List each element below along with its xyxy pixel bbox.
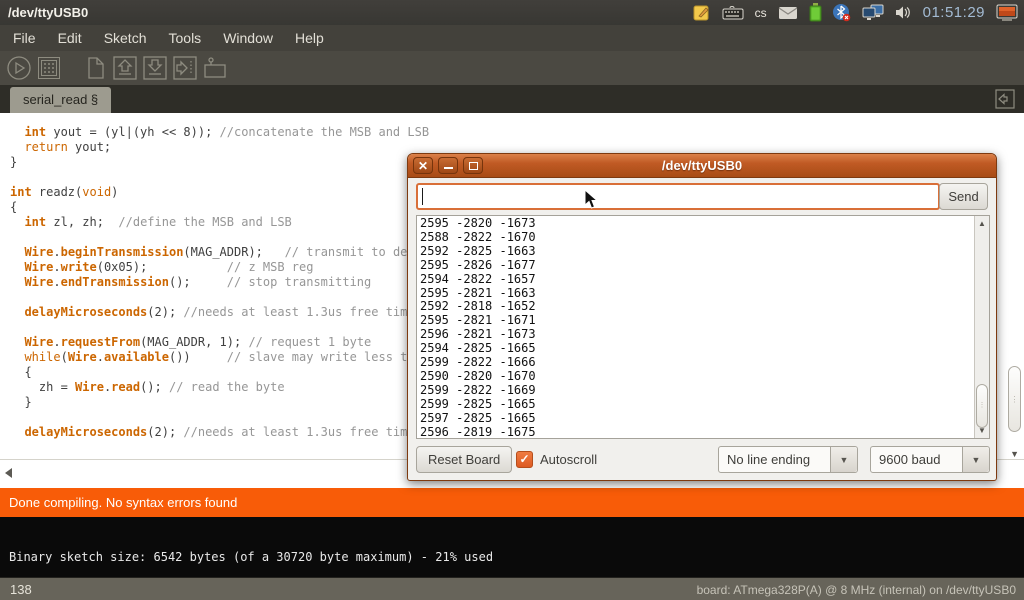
minimize-icon <box>444 167 453 169</box>
clock[interactable]: 01:51:29 <box>923 4 985 21</box>
baud-rate-value: 9600 baud <box>879 452 940 467</box>
volume-icon[interactable] <box>895 5 912 20</box>
keyboard-icon[interactable] <box>722 5 744 21</box>
note-icon[interactable] <box>693 4 711 22</box>
dropdown-arrow-icon[interactable]: ▼ <box>830 447 857 472</box>
menu-window[interactable]: Window <box>212 25 284 51</box>
tab-serial-read[interactable]: serial_read § <box>10 87 111 113</box>
maximize-icon <box>469 162 478 170</box>
tab-menu-icon[interactable] <box>995 89 1015 114</box>
autoscroll-label: Autoscroll <box>540 452 597 467</box>
serial-monitor-title: /dev/ttyUSB0 <box>408 154 996 178</box>
menubar: File Edit Sketch Tools Window Help <box>0 25 1024 51</box>
dropdown-arrow-icon[interactable]: ▼ <box>962 447 989 472</box>
editor-vertical-scrollbar-thumb[interactable]: ⋮ <box>1008 366 1021 432</box>
mail-icon[interactable] <box>778 6 798 20</box>
toolbar <box>0 51 1024 85</box>
serial-monitor-titlebar[interactable]: /dev/ttyUSB0 ✕ <box>408 154 996 178</box>
console-text: Binary sketch size: 6542 bytes (of a 307… <box>9 550 493 564</box>
editor-scroll-down-arrow-icon[interactable]: ▼ <box>1010 449 1019 459</box>
new-sketch-button[interactable] <box>82 55 108 81</box>
serial-monitor-window: /dev/ttyUSB0 ✕ Send 2595 -2820 -1673 258… <box>407 153 997 481</box>
window-minimize-button[interactable] <box>438 157 458 174</box>
compile-status-text: Done compiling. No syntax errors found <box>9 495 237 510</box>
desktop-panel: /dev/ttyUSB0 cs 01:51:29 <box>0 0 1024 25</box>
baud-rate-dropdown[interactable]: 9600 baud ▼ <box>870 446 990 473</box>
current-line-number: 138 <box>10 582 32 597</box>
scroll-left-arrow-icon[interactable] <box>5 468 12 478</box>
serial-output-area[interactable]: 2595 -2820 -1673 2588 -2822 -1670 2592 -… <box>416 215 990 439</box>
menu-file[interactable]: File <box>2 25 47 51</box>
line-ending-value: No line ending <box>727 452 810 467</box>
console-output: Binary sketch size: 6542 bytes (of a 307… <box>0 517 1024 577</box>
serial-scrollbar-thumb[interactable]: ⋮ <box>976 384 988 428</box>
check-icon: ✓ <box>519 452 529 466</box>
menu-tools[interactable]: Tools <box>158 25 213 51</box>
serial-output-text: 2595 -2820 -1673 2588 -2822 -1670 2592 -… <box>420 217 536 439</box>
window-close-button[interactable]: ✕ <box>413 157 433 174</box>
tab-strip: serial_read § <box>0 85 1024 113</box>
serial-output-scrollbar[interactable]: ▲ ⋮ ▼ <box>974 216 989 438</box>
menu-edit[interactable]: Edit <box>47 25 93 51</box>
stop-button[interactable] <box>36 55 62 81</box>
reset-board-button[interactable]: Reset Board <box>416 446 512 473</box>
display-icon[interactable] <box>996 4 1018 22</box>
bluetooth-icon[interactable] <box>833 3 851 22</box>
open-button[interactable] <box>112 55 138 81</box>
line-ending-dropdown[interactable]: No line ending ▼ <box>718 446 858 473</box>
ide-statusbar: 138 board: ATmega328P(A) @ 8 MHz (intern… <box>0 577 1024 600</box>
menu-sketch[interactable]: Sketch <box>93 25 158 51</box>
board-info: board: ATmega328P(A) @ 8 MHz (internal) … <box>697 583 1016 597</box>
autoscroll-checkbox[interactable]: ✓ <box>516 451 533 468</box>
send-button[interactable]: Send <box>939 183 988 210</box>
serial-send-input[interactable] <box>416 183 940 210</box>
menu-help[interactable]: Help <box>284 25 335 51</box>
network-icon[interactable] <box>862 4 884 21</box>
active-window-title: /dev/ttyUSB0 <box>0 5 88 20</box>
upload-button[interactable] <box>172 55 198 81</box>
save-button[interactable] <box>142 55 168 81</box>
text-caret <box>422 188 423 205</box>
verify-button[interactable] <box>6 55 32 81</box>
compile-status-bar: Done compiling. No syntax errors found <box>0 488 1024 517</box>
scroll-up-arrow-icon[interactable]: ▲ <box>978 219 986 228</box>
keyboard-layout-label[interactable]: cs <box>755 6 767 20</box>
battery-icon[interactable] <box>809 3 822 22</box>
serial-monitor-button[interactable] <box>202 55 228 81</box>
window-maximize-button[interactable] <box>463 157 483 174</box>
code-lines: int yout = (yl|(yh << 8)); //concatenate… <box>10 125 436 440</box>
mouse-cursor <box>584 189 599 215</box>
scroll-down-arrow-icon[interactable]: ▼ <box>978 426 986 435</box>
system-tray: cs 01:51:29 <box>693 3 1024 22</box>
